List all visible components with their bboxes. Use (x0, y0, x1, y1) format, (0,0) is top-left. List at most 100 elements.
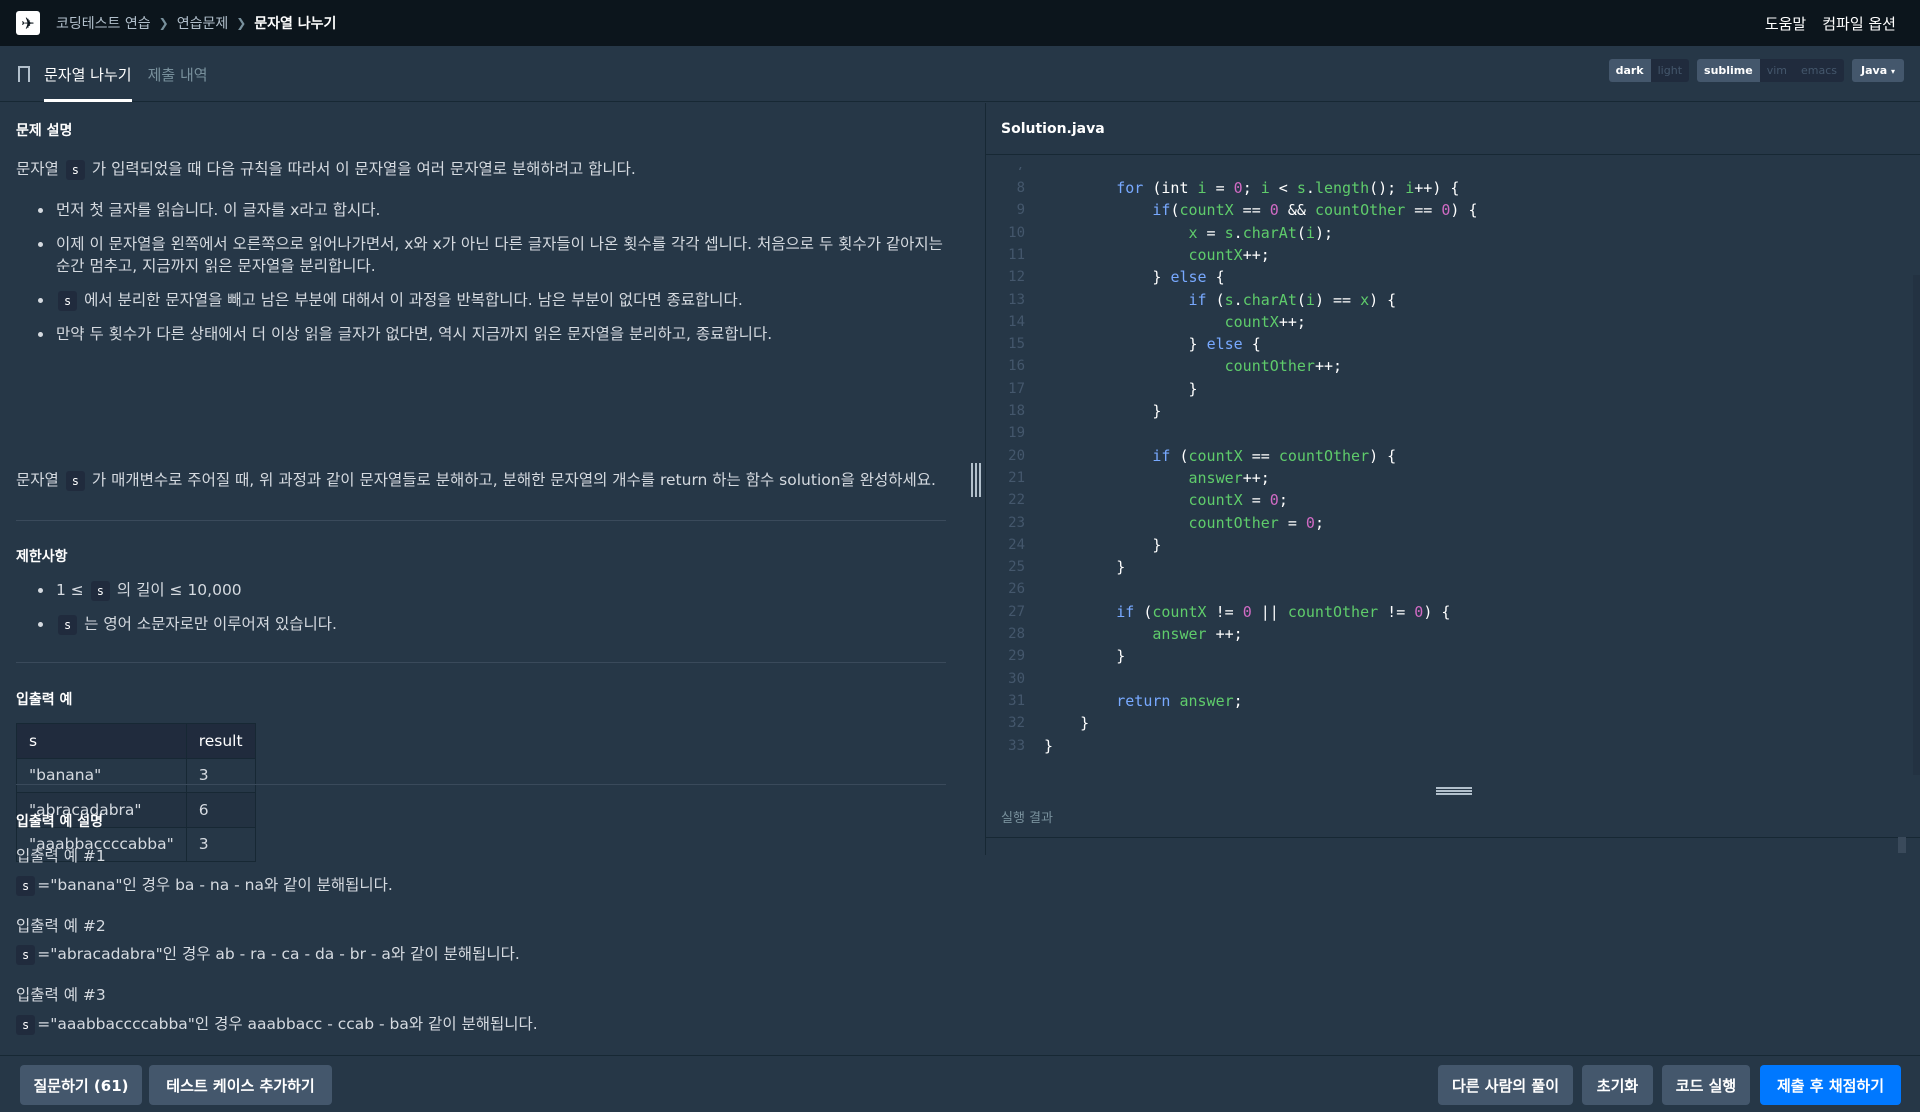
action-bar: 질문하기 (61) 테스트 케이스 추가하기 다른 사람의 풀이 초기화 코드 … (0, 1055, 1920, 1112)
code-line: 10 x = s.charAt(i); (1008, 223, 1333, 242)
example-desc: ="abracadabra"인 경우 ab - ra - ca - da - b… (37, 945, 520, 963)
theme-light-button[interactable]: light (1651, 59, 1689, 82)
list-item: 먼저 첫 글자를 읽습니다. 이 글자를 x라고 합시다. (16, 199, 946, 221)
editor-scrollbar[interactable] (1913, 275, 1920, 775)
keymap-vim-button[interactable]: vim (1760, 59, 1794, 82)
breadcrumb: 코딩테스트 연습 ❯ 연습문제 ❯ 문자열 나누기 (56, 13, 336, 33)
example-desc: ="aaabbaccccabba"인 경우 aaabbacc - ccab - … (37, 1015, 538, 1033)
keymap-toggle: sublime vim emacs (1697, 59, 1845, 82)
tab-problem[interactable]: 문자열 나누기 (44, 46, 132, 102)
io-desc-heading: 입출력 예 설명 (16, 814, 104, 830)
intro-text-post: 가 입력되었을 때 다음 규칙을 따라서 이 문자열을 여러 문자열로 분해하려… (91, 160, 636, 178)
inline-code: s (58, 615, 78, 635)
task-text-pre: 문자열 (16, 471, 59, 489)
chevron-right-icon: ❯ (158, 16, 169, 30)
other-solutions-button[interactable]: 다른 사람의 풀이 (1438, 1065, 1573, 1105)
code-line: 9 if(countX == 0 && countOther == 0) { (1016, 201, 1478, 220)
theme-toggle: dark light (1608, 59, 1690, 82)
table-header-cell: s (16, 723, 187, 759)
bookmark-icon[interactable] (18, 66, 30, 82)
editor-options: dark light sublime vim emacs Java ▾ (1608, 59, 1904, 82)
inline-code: s (58, 291, 78, 311)
example-text: s ="banana"인 경우 ba - na - na와 같이 분해됩니다. (16, 874, 393, 896)
editor-panel: Solution.java 7 8 for (int i = 0; i < s.… (985, 103, 1920, 855)
list-item: 만약 두 횟수가 다른 상태에서 더 이상 읽을 글자가 없다면, 역시 지금까… (16, 323, 946, 345)
code-line: 28 answer ++; (1008, 625, 1243, 643)
code-line: 7 (986, 167, 1920, 177)
code-line: 24 } (1008, 535, 1162, 554)
code-line: 12 } else { (1008, 268, 1225, 287)
code-line: 23 countOther = 0; (1008, 513, 1324, 532)
code-line: 29 } (1008, 647, 1126, 666)
rule-text: 이제 이 문자열을 왼쪽에서 오른쪽으로 읽어나가면서, x와 x가 아닌 다른… (56, 235, 943, 275)
result-resize-handle[interactable] (1436, 787, 1472, 795)
table-cell: 3 (185, 757, 256, 793)
io-heading: 입출력 예 (16, 692, 73, 708)
theme-dark-button[interactable]: dark (1608, 59, 1651, 82)
example-text: s ="aaabbaccccabba"인 경우 aaabbacc - ccab -… (16, 1013, 538, 1035)
breadcrumb-item-practice[interactable]: 연습문제 (177, 13, 229, 33)
inline-code: s (90, 581, 110, 601)
inline-code: s (65, 471, 85, 491)
list-item: 1 ≤ s 의 길이 ≤ 10,000 (16, 579, 946, 601)
top-nav: ✈ 코딩테스트 연습 ❯ 연습문제 ❯ 문자열 나누기 도움말 컴파일 옵션 (0, 0, 1920, 46)
code-line: 22 countX = 0; (1008, 491, 1288, 510)
table-row: "banana" 3 (16, 757, 256, 793)
inline-code: s (16, 1015, 36, 1035)
example-title: 입출력 예 #1 (16, 847, 106, 865)
code-line: 15 } else { (1008, 335, 1261, 354)
breadcrumb-item-coding-test[interactable]: 코딩테스트 연습 (56, 13, 151, 33)
result-heading: 실행 결과 (986, 796, 1920, 838)
qa-button[interactable]: 질문하기 (61) (20, 1065, 142, 1105)
code-line: 13 if (s.charAt(i) == x) { (1008, 290, 1397, 309)
tab-submissions[interactable]: 제출 내역 (148, 46, 208, 102)
code-line: 33} (1008, 736, 1054, 755)
table-header-row: s result (16, 723, 256, 759)
rule-text: 에서 분리한 문자열을 빼고 남은 부분에 대해서 이 과정을 반복합니다. 남… (84, 291, 743, 309)
constraint-text: 1 ≤ (56, 581, 84, 599)
chevron-right-icon: ❯ (236, 16, 247, 30)
keymap-emacs-button[interactable]: emacs (1794, 59, 1844, 82)
divider (16, 662, 946, 663)
list-item: s 는 영어 소문자로만 이루어져 있습니다. (16, 613, 946, 635)
example-title: 입출력 예 #3 (16, 986, 106, 1004)
constraint-text: 의 길이 ≤ 10,000 (116, 581, 242, 599)
example-title: 입출력 예 #2 (16, 917, 106, 935)
list-item: 이제 이 문자열을 왼쪽에서 오른쪽으로 읽어나가면서, x와 x가 아닌 다른… (16, 233, 946, 277)
panel-resize-handle[interactable] (971, 463, 981, 497)
reset-button[interactable]: 초기화 (1582, 1065, 1653, 1105)
help-link[interactable]: 도움말 (1765, 13, 1806, 34)
problem-intro: 문자열 s 가 입력되었을 때 다음 규칙을 따라서 이 문자열을 여러 문자열… (16, 158, 636, 180)
tab-bar: 문자열 나누기 제출 내역 dark light sublime vim ema… (0, 46, 1920, 102)
io-table: s result "banana" 3 "abracadabra" 6 "aaa… (16, 723, 256, 862)
code-line: 26 (1008, 581, 1025, 598)
caret-down-icon: ▾ (1890, 67, 1895, 76)
language-select[interactable]: Java ▾ (1852, 59, 1904, 82)
code-line: 27 if (countX != 0 || countOther != 0) { (1008, 602, 1451, 621)
run-code-button[interactable]: 코드 실행 (1662, 1065, 1750, 1105)
code-line: 11 countX++; (1008, 245, 1270, 264)
problem-task: 문자열 s 가 매개변수로 주어질 때, 위 과정과 같이 문자열들로 분해하고… (16, 469, 936, 491)
code-line: 18 } (1008, 402, 1162, 420)
code-line: 19 (1008, 425, 1025, 442)
code-line: 25 } (1008, 558, 1126, 577)
line-number: 7 (986, 167, 1025, 177)
submit-button[interactable]: 제출 후 채점하기 (1760, 1065, 1901, 1105)
result-scrollbar[interactable] (1898, 837, 1906, 853)
rule-text: 먼저 첫 글자를 읽습니다. 이 글자를 x라고 합시다. (56, 201, 381, 219)
intro-text-pre: 문자열 (16, 160, 59, 178)
programmers-logo-icon[interactable]: ✈ (16, 11, 40, 35)
example-desc: ="banana"인 경우 ba - na - na와 같이 분해됩니다. (37, 876, 393, 894)
keymap-sublime-button[interactable]: sublime (1697, 59, 1760, 82)
inline-code: s (16, 876, 36, 896)
add-testcase-button[interactable]: 테스트 케이스 추가하기 (149, 1065, 332, 1105)
code-line: 20 if (countX == countOther) { (1008, 446, 1397, 465)
code-line: 32 } (1008, 714, 1090, 733)
code-line: 16 countOther++; (1008, 357, 1343, 376)
table-header-cell: result (185, 723, 256, 759)
compile-options-link[interactable]: 컴파일 옵션 (1822, 13, 1896, 34)
code-line: 30 (1008, 670, 1025, 687)
code-editor[interactable]: 7 8 for (int i = 0; i < s.length(); i++)… (986, 155, 1920, 779)
file-name: Solution.java (986, 103, 1920, 155)
description-heading: 문제 설명 (16, 123, 73, 139)
